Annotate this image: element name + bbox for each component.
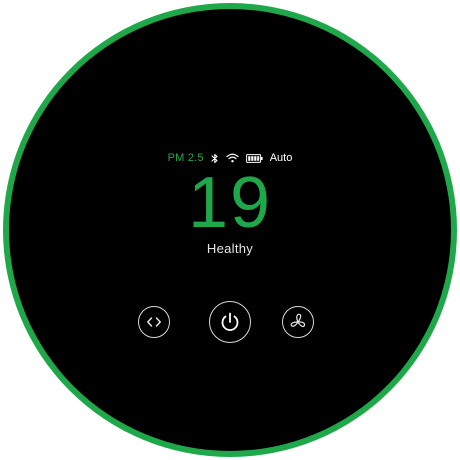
pm-reading-value: 19: [187, 163, 273, 243]
fan-icon: [290, 313, 306, 328]
air-quality-label: Healthy: [206, 241, 254, 256]
mode-button[interactable]: [138, 306, 170, 338]
control-row: [9, 300, 451, 350]
power-button[interactable]: [209, 301, 251, 343]
device-bezel: PM 2.5 Auto 19 Healthy: [3, 3, 457, 457]
fan-button[interactable]: [282, 306, 314, 338]
power-icon: [221, 312, 239, 331]
code-brackets-icon: [147, 317, 161, 327]
display-screen: PM 2.5 Auto 19 Healthy: [9, 9, 451, 451]
